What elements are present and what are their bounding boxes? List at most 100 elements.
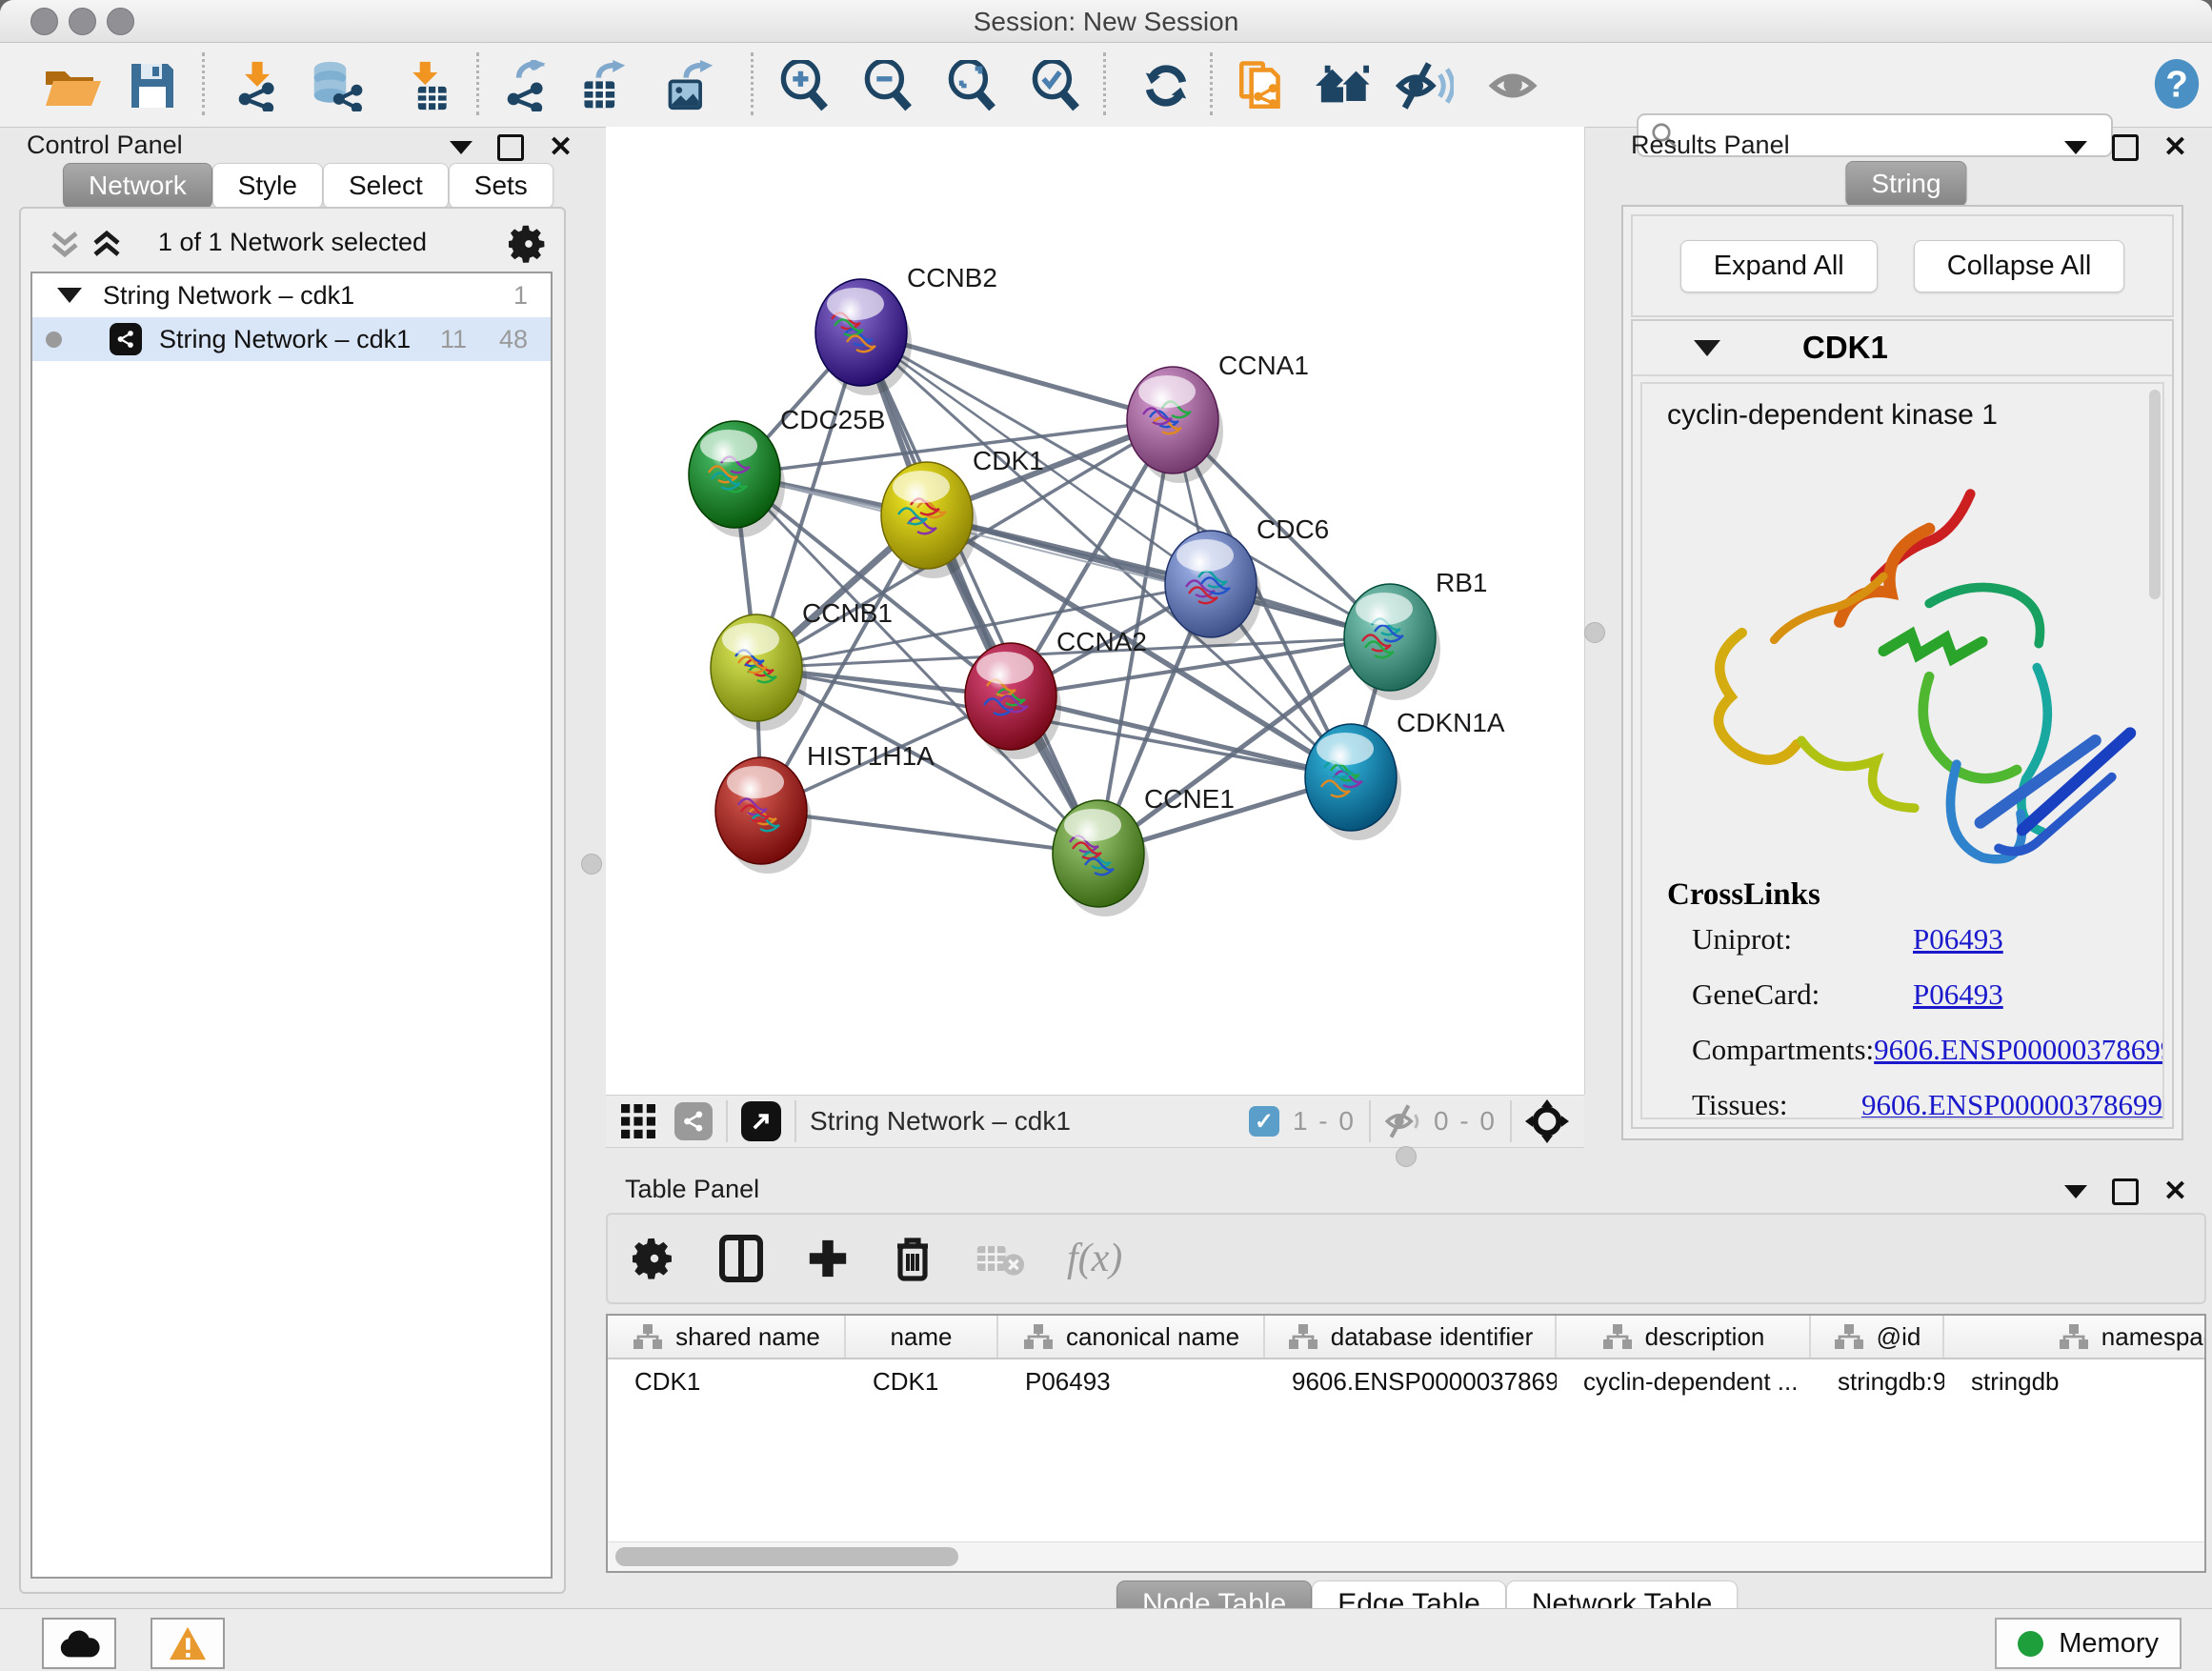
- tab-sets[interactable]: Sets: [449, 163, 553, 209]
- results-panel-menu-icon[interactable]: [2064, 141, 2087, 154]
- warning-status-button[interactable]: [151, 1618, 225, 1669]
- zoom-in-icon[interactable]: [775, 60, 833, 111]
- crosslink-row: GeneCard:P06493: [1692, 977, 2162, 1012]
- memory-button[interactable]: Memory: [1995, 1618, 2182, 1669]
- tree-expander-icon[interactable]: [57, 288, 82, 303]
- hidden-eye-slash-icon: [1384, 1104, 1426, 1138]
- import-database-icon[interactable]: [307, 60, 366, 111]
- tab-string[interactable]: String: [1845, 161, 1966, 207]
- results-panel-close-icon[interactable]: ✕: [2163, 137, 2187, 158]
- control-panel-close-icon[interactable]: ✕: [549, 137, 573, 158]
- graph-node-cdkn1a[interactable]: CDKN1A: [1305, 708, 1505, 840]
- crosslink-link[interactable]: 9606.ENSP00000378699: [1874, 1033, 2164, 1067]
- column-header-namespace[interactable]: namespace: [1944, 1316, 2206, 1358]
- table-panel-menu-icon[interactable]: [2064, 1185, 2087, 1198]
- table-horizontal-scrollbar[interactable]: [608, 1541, 2204, 1571]
- edge-count: 48: [499, 325, 528, 354]
- export-table-icon[interactable]: [575, 60, 631, 111]
- save-session-icon[interactable]: [128, 60, 177, 111]
- column-header-name[interactable]: name: [846, 1316, 998, 1358]
- table-cell[interactable]: CDK1: [846, 1359, 998, 1403]
- table-options-gear-icon[interactable]: [633, 1237, 676, 1280]
- table-row[interactable]: CDK1CDK1P064939606.ENSP00000378699cyclin…: [608, 1359, 2204, 1403]
- export-network-icon[interactable]: [499, 60, 554, 111]
- results-panel-float-icon[interactable]: [2112, 134, 2139, 161]
- network-status-dot-icon: [46, 332, 62, 348]
- selected-indicator-checkbox[interactable]: ✓: [1249, 1106, 1279, 1137]
- table-panel-float-icon[interactable]: [2112, 1178, 2139, 1205]
- network-row-selected[interactable]: String Network – cdk1 11 48: [32, 317, 551, 361]
- column-type-icon: [632, 1322, 664, 1351]
- column-header-databaseidentifier[interactable]: database identifier: [1265, 1316, 1557, 1358]
- help-icon[interactable]: ?: [2153, 58, 2201, 110]
- tab-select[interactable]: Select: [323, 163, 449, 209]
- graph-node-cdc6[interactable]: CDC6: [1165, 514, 1329, 647]
- hide-panel-eye-slash-icon[interactable]: [1395, 60, 1454, 111]
- control-panel-menu-icon[interactable]: [450, 141, 473, 154]
- network-options-gear-icon[interactable]: [509, 224, 549, 264]
- import-network-icon[interactable]: [231, 60, 286, 111]
- crosslinks-title: CrossLinks: [1667, 877, 2162, 913]
- show-column-selector-icon[interactable]: [718, 1234, 764, 1283]
- grid-view-icon[interactable]: [619, 1102, 657, 1140]
- refresh-layout-icon[interactable]: [1139, 60, 1193, 111]
- node-label: CCNB2: [907, 263, 997, 292]
- collection-count: 1: [513, 281, 528, 311]
- scrollbar-thumb[interactable]: [615, 1547, 958, 1566]
- open-in-new-window-icon[interactable]: [741, 1101, 781, 1141]
- crosslink-label: Uniprot:: [1692, 922, 1913, 956]
- table-cell[interactable]: cyclin-dependent ...: [1557, 1359, 1811, 1403]
- tab-network[interactable]: Network: [63, 163, 212, 209]
- graph-edge[interactable]: [761, 811, 1098, 854]
- cloud-status-button[interactable]: [42, 1618, 116, 1669]
- network-graph[interactable]: CCNB2CCNA1CDC25BCDK1CDC6RB1CCNB1CCNA2CDK…: [606, 127, 1584, 1095]
- collapse-all-button[interactable]: Collapse All: [1914, 240, 2125, 292]
- crosslink-link[interactable]: P06493: [1913, 977, 2003, 1012]
- table-cell[interactable]: stringdb: [1944, 1359, 2206, 1403]
- toolbar-separator: [751, 52, 754, 115]
- graph-node-hist1h1a[interactable]: HIST1H1A: [715, 741, 935, 874]
- delete-column-icon[interactable]: [892, 1235, 934, 1282]
- column-header-description[interactable]: description: [1557, 1316, 1811, 1358]
- birdseye-navigator-icon[interactable]: [1525, 1099, 1569, 1143]
- table-cell[interactable]: stringdb:9...: [1811, 1359, 1944, 1403]
- memory-label: Memory: [2059, 1628, 2159, 1660]
- show-eye-icon[interactable]: [1488, 60, 1545, 111]
- zoom-selected-icon[interactable]: [1027, 60, 1084, 111]
- graph-node-ccnb1[interactable]: CCNB1: [711, 598, 893, 731]
- zoom-out-icon[interactable]: [859, 60, 916, 111]
- clone-network-icon[interactable]: [1235, 60, 1290, 111]
- node-table[interactable]: shared namenamecanonical namedatabase id…: [606, 1314, 2206, 1573]
- control-panel-float-icon[interactable]: [497, 134, 524, 161]
- network-collection-row[interactable]: String Network – cdk1 1: [32, 273, 551, 317]
- table-cell[interactable]: CDK1: [608, 1359, 846, 1403]
- graph-node-ccne1[interactable]: CCNE1: [1053, 784, 1235, 916]
- crosslink-link[interactable]: 9606.ENSP00000378699: [1861, 1088, 2162, 1119]
- crosslink-link[interactable]: P06493: [1913, 922, 2003, 956]
- column-header-id[interactable]: @id: [1811, 1316, 1944, 1358]
- tab-style[interactable]: Style: [212, 163, 323, 209]
- zoom-fit-icon[interactable]: [943, 60, 1000, 111]
- column-header-sharedname[interactable]: shared name: [608, 1316, 846, 1358]
- graph-node-rb1[interactable]: RB1: [1344, 568, 1487, 700]
- table-panel-close-icon[interactable]: ✕: [2163, 1181, 2187, 1202]
- open-session-icon[interactable]: [42, 60, 105, 111]
- graph-node-ccnb2[interactable]: CCNB2: [815, 263, 997, 395]
- table-cell[interactable]: P06493: [998, 1359, 1265, 1403]
- gene-expander-icon[interactable]: [1694, 340, 1720, 356]
- graph-edge[interactable]: [861, 332, 1098, 854]
- network-label: String Network – cdk1: [159, 325, 411, 354]
- results-scrollbar[interactable]: [2149, 390, 2161, 599]
- column-header-canonicalname[interactable]: canonical name: [998, 1316, 1265, 1358]
- expand-all-button[interactable]: Expand All: [1680, 240, 1878, 292]
- left-splitter-handle[interactable]: [581, 854, 602, 875]
- statusbar-separator: [1510, 1100, 1512, 1142]
- import-table-icon[interactable]: [402, 60, 455, 111]
- network-view-canvas[interactable]: CCNB2CCNA1CDC25BCDK1CDC6RB1CCNB1CCNA2CDK…: [606, 127, 1585, 1095]
- network-view-type-icon[interactable]: [674, 1102, 713, 1140]
- table-cell[interactable]: 9606.ENSP00000378699: [1265, 1359, 1557, 1403]
- add-column-icon[interactable]: [806, 1237, 850, 1280]
- home-networks-icon[interactable]: [1313, 60, 1374, 111]
- export-image-icon[interactable]: [661, 60, 716, 111]
- gene-entry-header[interactable]: CDK1: [1633, 321, 2172, 376]
